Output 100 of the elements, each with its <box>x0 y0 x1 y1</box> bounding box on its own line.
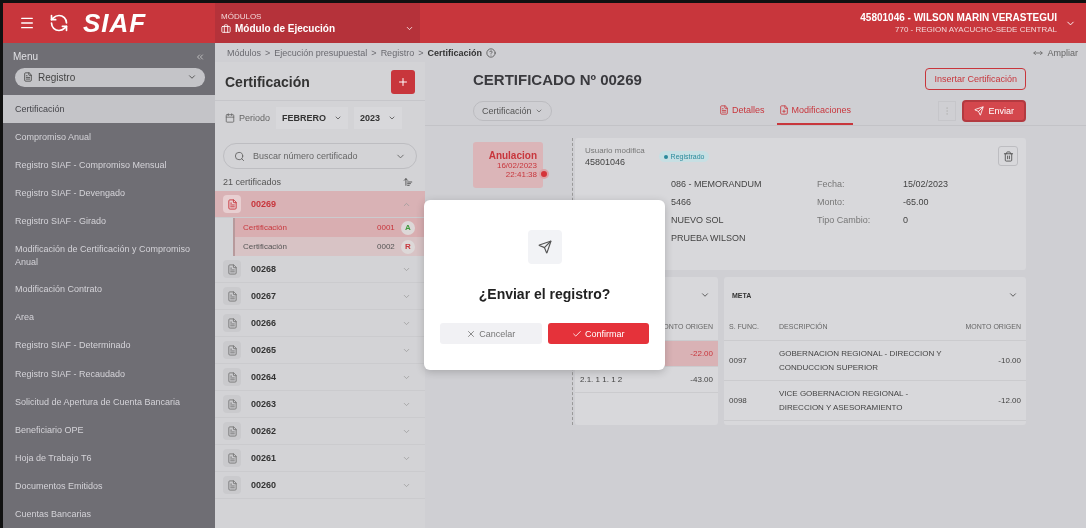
certificate-item[interactable]: 00266 <box>215 310 425 337</box>
certificate-item[interactable]: 00261 <box>215 445 425 472</box>
field-label: Monto: <box>817 197 846 207</box>
document-icon <box>223 395 241 413</box>
certificate-item[interactable]: 00268 <box>215 256 425 283</box>
search-icon <box>234 150 245 162</box>
collapse-icon[interactable] <box>195 51 205 62</box>
breadcrumb-separator: > <box>418 47 424 58</box>
logo-text: SIAF <box>83 7 147 39</box>
certificate-version[interactable]: Certificación 0001 A <box>233 218 425 237</box>
delete-button[interactable] <box>998 146 1018 166</box>
sidebar-item[interactable]: Certificación <box>3 94 215 123</box>
certificate-version[interactable]: Certificación 0002 R <box>233 237 425 256</box>
user-unit: 770 - REGION AYACUCHO-SEDE CENTRAL <box>895 25 1057 34</box>
certificate-number: 00261 <box>251 453 278 463</box>
certificate-number: 00265 <box>251 345 278 355</box>
add-button[interactable] <box>391 70 415 94</box>
version-label: Certificación <box>243 223 288 232</box>
month-select[interactable]: FEBRERO <box>276 107 349 129</box>
document-icon <box>223 195 241 213</box>
trash-icon <box>1002 150 1014 162</box>
breadcrumb-link[interactable]: Módulos <box>227 47 262 58</box>
sidebar-item[interactable]: Area <box>3 303 215 332</box>
sidebar-item[interactable]: Modificación Contrato <box>3 275 215 304</box>
send-button[interactable]: Enviar <box>962 99 1026 122</box>
sidebar-item[interactable]: Compromiso Anual <box>3 122 215 151</box>
field-value: 0 <box>903 215 909 225</box>
help-icon[interactable] <box>485 47 496 58</box>
close-icon <box>466 328 477 339</box>
sidebar-item[interactable]: Registro SIAF - Devengado <box>3 178 215 207</box>
year-select[interactable]: 2023 <box>354 107 403 129</box>
tab[interactable]: Modificaciones <box>776 96 854 125</box>
sort-icon[interactable] <box>403 177 413 187</box>
status-badge: A <box>401 220 415 235</box>
sidebar-item[interactable]: Registro SIAF - Recaudado <box>3 359 215 388</box>
sidebar-item[interactable]: Solicitud de Apertura de Cuenta Bancaria <box>3 387 215 416</box>
document-icon <box>223 422 241 440</box>
certificate-item[interactable]: 00260 <box>215 472 425 499</box>
field-value: 086 - MEMORANDUM <box>671 179 763 189</box>
table-cell-text: GOBERNACION REGIONAL - DIRECCION Y CONDUCCION SUPERIOR <box>779 347 943 374</box>
briefcase-icon <box>221 23 231 34</box>
breadcrumb-link[interactable]: Certificación <box>427 47 482 58</box>
certificate-number: 00263 <box>251 399 278 409</box>
sidebar-item[interactable]: Registro SIAF - Determinado <box>3 331 215 360</box>
expand-icon[interactable] <box>1008 290 1018 300</box>
sidebar-item[interactable]: Beneficiario OPE <box>3 415 215 444</box>
event-date: 16/02/2023 <box>496 161 537 170</box>
document-icon <box>223 449 241 467</box>
certificate-number: 00262 <box>251 426 278 436</box>
certificate-item[interactable]: 00267 <box>215 283 425 310</box>
logo-icon <box>49 13 69 33</box>
field-label: Usuario modifica <box>585 146 645 155</box>
calendar-icon <box>225 113 235 123</box>
plus-icon <box>397 76 409 88</box>
table-cell-text: 0098 <box>729 394 748 407</box>
expand-link[interactable]: Ampliar <box>1033 47 1078 58</box>
timeline-dot <box>539 169 549 179</box>
list-title: Certificación <box>225 74 310 90</box>
certificate-item[interactable]: 00263 <box>215 391 425 418</box>
field-value: PRUEBA WILSON <box>671 233 747 243</box>
send-icon <box>974 105 985 116</box>
menu-icon[interactable] <box>19 15 35 31</box>
expand-icon[interactable] <box>700 290 710 300</box>
dialog-title: ¿Enviar el registro? <box>478 286 611 302</box>
sidebar-item[interactable]: Hoja de Trabajo T6 <box>3 443 215 472</box>
certificate-item[interactable]: 00265 <box>215 337 425 364</box>
certificate-item[interactable]: 00269 <box>215 191 425 218</box>
table-cell: -22.00 <box>690 349 713 358</box>
status-badge: R <box>401 239 415 254</box>
send-icon <box>527 230 562 264</box>
document-icon <box>223 341 241 359</box>
field-value: NUEVO SOL <box>671 215 725 225</box>
section-select[interactable]: Registro <box>15 68 205 87</box>
caret-icon <box>405 24 414 33</box>
certificate-item[interactable]: 00262 <box>215 418 425 445</box>
sidebar-item[interactable]: Registro SIAF - Girado <box>3 206 215 236</box>
field-label: Fecha: <box>817 179 846 189</box>
cancel-button[interactable]: Cancelar <box>440 323 542 344</box>
document-icon <box>23 72 33 83</box>
module-caption: MÓDULOS <box>221 12 263 21</box>
table-cell: -43.00 <box>690 375 713 384</box>
field-value: 15/02/2023 <box>903 179 950 189</box>
event-time: 22:41:38 <box>505 170 537 179</box>
breadcrumb-link[interactable]: Registro <box>380 47 415 58</box>
insert-button[interactable]: Insertar Certificación <box>925 68 1026 90</box>
version-code: 0001 <box>377 223 396 232</box>
sidebar-item[interactable]: Documentos Emitidos <box>3 471 215 500</box>
confirm-button[interactable]: Confirmar <box>547 323 649 344</box>
sidebar-item[interactable]: Modificación de Certificación y Compromiso Anual <box>3 235 215 276</box>
certificate-number: 00267 <box>251 291 278 301</box>
tab[interactable]: Detalles <box>717 96 767 125</box>
sidebar-item[interactable]: Registro SIAF - Compromiso Mensual <box>3 150 215 179</box>
breadcrumb-link[interactable]: Ejecución presupuestal <box>274 47 368 58</box>
timeline-event[interactable]: Anulacion 16/02/2023 22:41:38 <box>473 142 543 188</box>
module-selector[interactable]: MÓDULOS Módulo de Ejecución <box>215 3 420 43</box>
search-input[interactable]: Buscar número certificado <box>251 150 389 162</box>
sidebar-item[interactable]: Cuentas Bancarias <box>3 500 215 528</box>
caret-icon <box>388 114 397 122</box>
certificate-item[interactable]: 00264 <box>215 364 425 391</box>
field-value: 5466 <box>671 197 693 207</box>
